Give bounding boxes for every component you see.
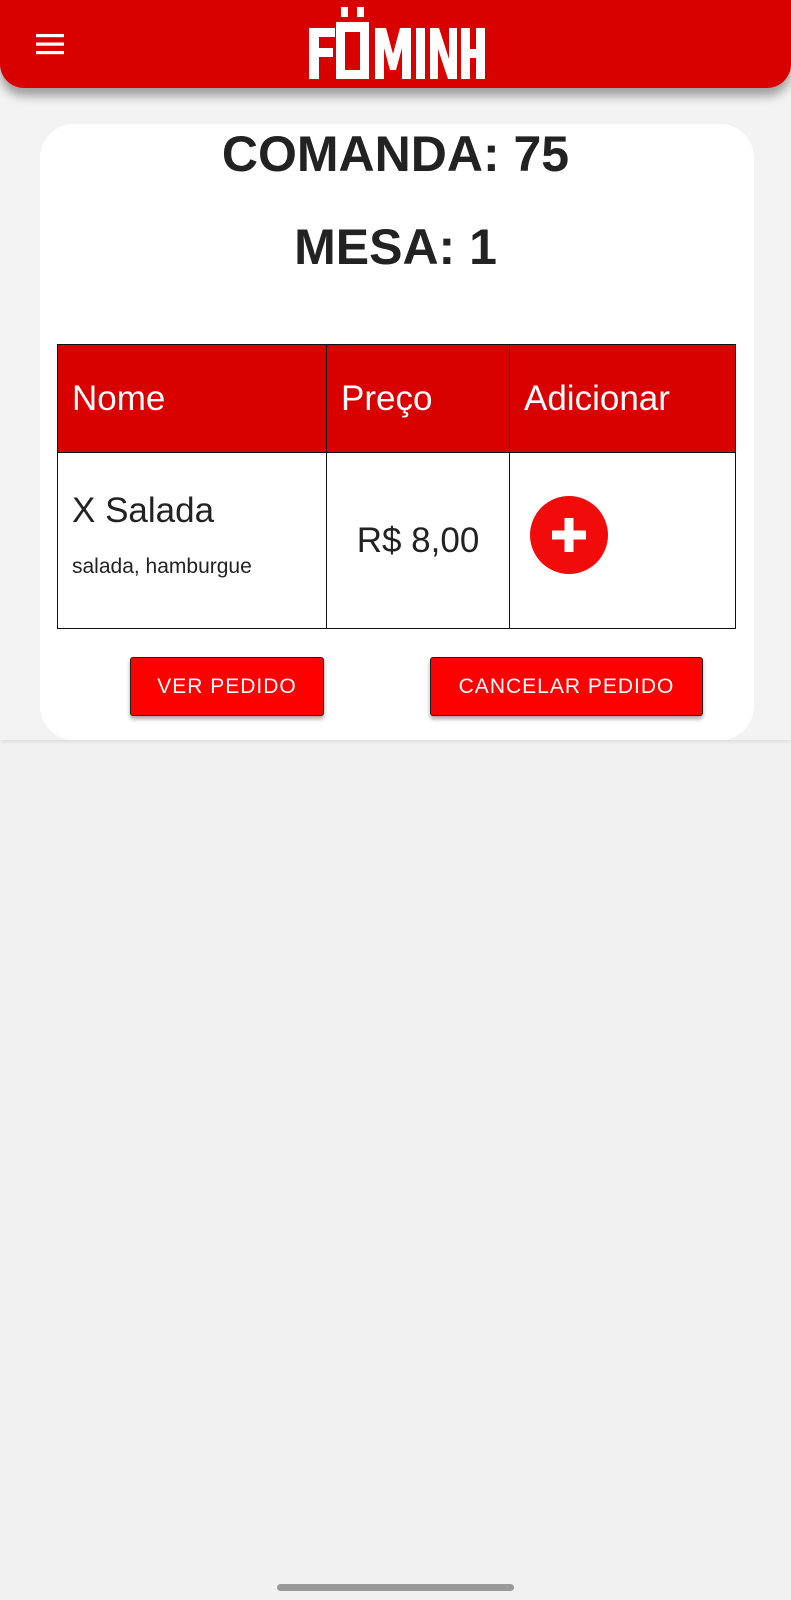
item-name: X Salada <box>72 490 215 530</box>
comanda-number: COMANDA: 75 <box>221 126 570 182</box>
menu-table: Nome Preço Adicionar X Salada salada, ha… <box>57 344 736 629</box>
item-description: salada, hamburgue <box>72 554 252 578</box>
cancel-order-button[interactable]: CANCELAR PEDIDO <box>430 657 703 716</box>
view-order-button[interactable]: VER PEDIDO <box>130 657 324 716</box>
app-bar <box>0 0 791 88</box>
hamburger-menu-icon[interactable] <box>28 22 72 66</box>
table-header-row: Nome Preço Adicionar <box>57 344 736 453</box>
header-adicionar: Adicionar <box>509 344 736 453</box>
table-row: X Salada salada, hamburgue R$ 8,00 <box>57 452 736 629</box>
item-price-cell: R$ 8,00 <box>326 452 510 629</box>
header-nome: Nome <box>57 344 327 453</box>
plus-circle-icon[interactable] <box>530 495 608 574</box>
header-preco: Preço <box>326 344 510 453</box>
item-price: R$ 8,00 <box>356 520 480 560</box>
item-add-cell <box>509 452 736 629</box>
table-number: MESA: 1 <box>294 219 497 275</box>
app-screen: COMANDA: 75 MESA: 1 Nome Preço Adicionar… <box>0 0 791 1600</box>
item-name-cell: X Salada salada, hamburgue <box>57 452 327 629</box>
navigation-gesture-bar[interactable] <box>277 1584 514 1591</box>
brand-logo <box>305 4 495 84</box>
